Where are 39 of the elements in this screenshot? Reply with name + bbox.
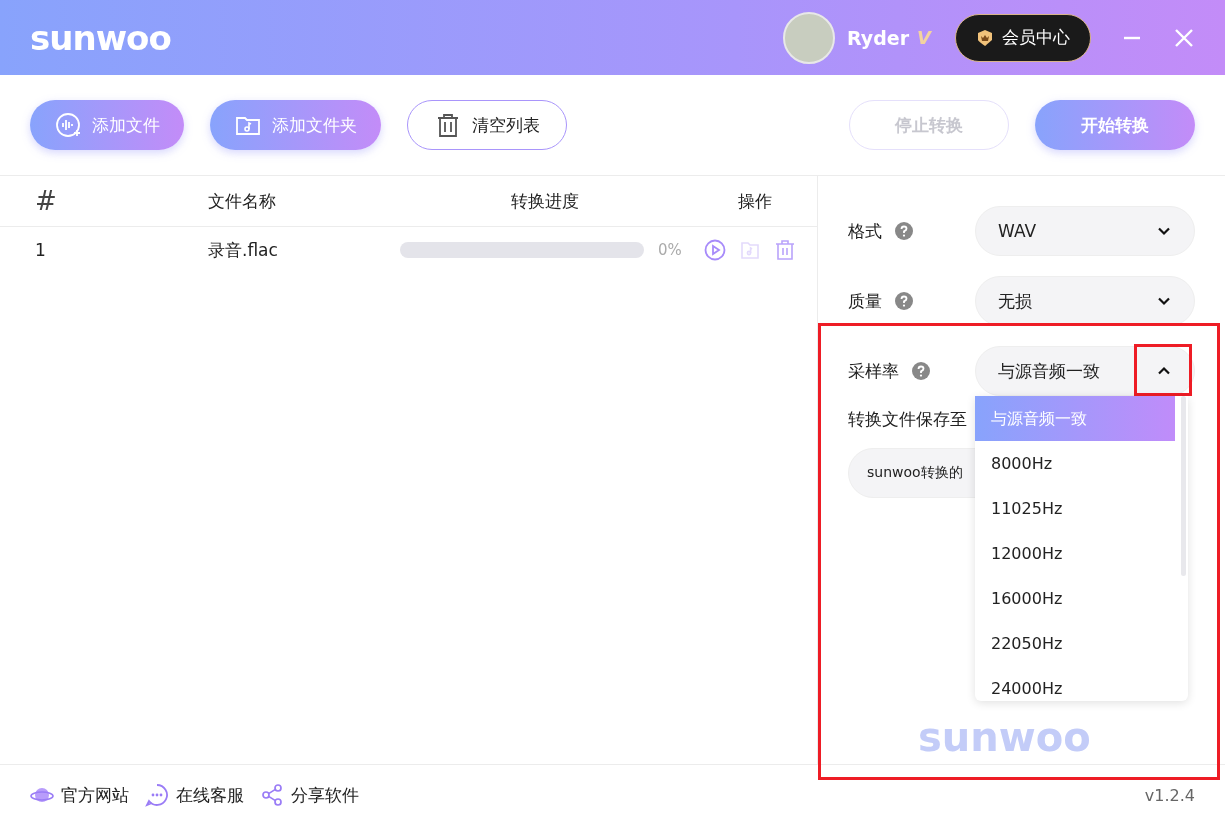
column-header: 文件名称 bbox=[207, 189, 277, 213]
column-header: 转换进度 bbox=[510, 189, 580, 213]
field-label: 质量 bbox=[848, 289, 882, 313]
audio-wave-icon bbox=[54, 111, 82, 139]
dropdown-option[interactable]: 16000Hz bbox=[975, 576, 1175, 621]
clear-list-button[interactable]: 清空列表 bbox=[407, 100, 567, 150]
dropdown-select[interactable]: 与源音频一致 bbox=[975, 346, 1195, 396]
scrollbar[interactable] bbox=[1181, 396, 1186, 576]
help-icon[interactable] bbox=[911, 361, 931, 381]
help-icon[interactable] bbox=[894, 291, 914, 311]
close-icon[interactable] bbox=[1173, 26, 1195, 49]
app-logo: sunwoo bbox=[30, 17, 171, 58]
footer-link[interactable]: 官方网站 bbox=[30, 783, 129, 807]
play-icon[interactable] bbox=[704, 239, 726, 261]
dropdown-option[interactable]: 24000Hz bbox=[975, 666, 1175, 701]
column-header: 操作 bbox=[737, 189, 773, 213]
column-header: # bbox=[34, 186, 58, 216]
dropdown-option[interactable]: 12000Hz bbox=[975, 531, 1175, 576]
share-icon bbox=[260, 783, 284, 807]
user-name: Ryder bbox=[847, 26, 910, 49]
help-icon[interactable] bbox=[894, 221, 914, 241]
vip-letter: V bbox=[917, 27, 931, 48]
trash-icon[interactable] bbox=[774, 239, 796, 261]
version-label: v1.2.4 bbox=[1144, 785, 1195, 805]
dropdown-option[interactable]: 22050Hz bbox=[975, 621, 1175, 666]
member-center-button[interactable]: 会员中心 bbox=[955, 13, 1091, 62]
panel-logo: sunwoo bbox=[918, 714, 1091, 760]
field-label: 格式 bbox=[848, 219, 882, 243]
chat-icon bbox=[145, 783, 169, 807]
row-number: 1 bbox=[34, 240, 47, 260]
footer-link[interactable]: 在线客服 bbox=[145, 783, 244, 807]
dropdown-select[interactable]: WAV bbox=[975, 206, 1195, 256]
dropdown-select[interactable]: 无损 bbox=[975, 276, 1195, 326]
crown-shield-icon bbox=[976, 28, 994, 47]
save-location-label: 转换文件保存至 bbox=[848, 408, 967, 431]
field-label: 采样率 bbox=[848, 359, 899, 383]
file-name: 录音.flac bbox=[207, 238, 279, 262]
footer-link[interactable]: 分享软件 bbox=[260, 783, 359, 807]
progress-percent: 0% bbox=[658, 241, 682, 259]
